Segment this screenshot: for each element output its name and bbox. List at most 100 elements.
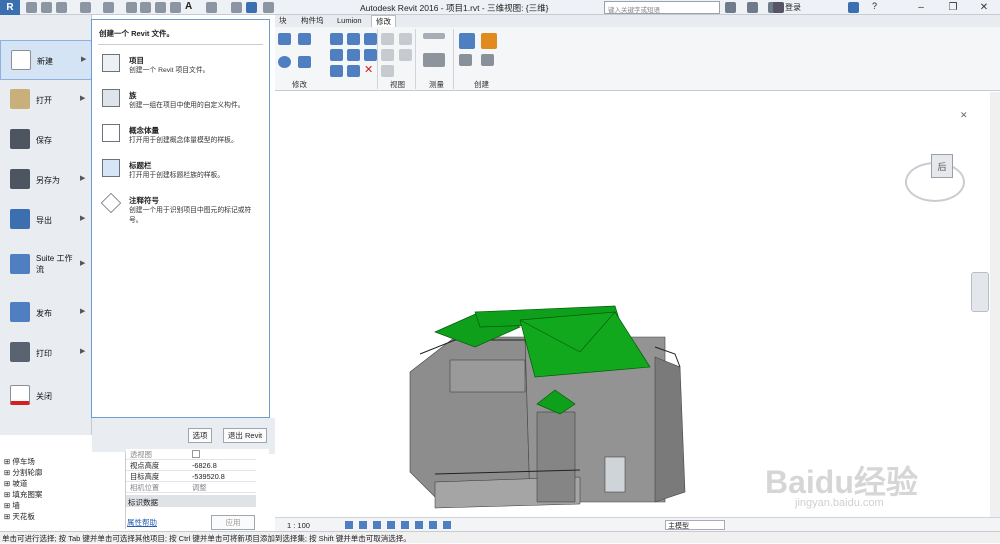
tab-modify[interactable]: 修改 (371, 15, 396, 27)
minimize-button[interactable]: – (905, 0, 937, 15)
property-value[interactable]: -539520.8 (192, 472, 225, 481)
title-bar: R A Autodesk Revit 2016 - 项目1.rvt - 三维视图… (0, 0, 1000, 15)
dimension-icon[interactable] (155, 2, 166, 13)
array-icon[interactable] (347, 49, 360, 61)
delete-icon[interactable]: ✕ (364, 63, 373, 76)
tree-row[interactable]: ⊞ 停车场 (4, 456, 35, 467)
menu-item-new[interactable]: 新建 ▶ (0, 40, 92, 80)
hide-icon[interactable] (381, 33, 394, 45)
options-button[interactable]: 选项 (188, 428, 212, 443)
property-value[interactable]: 调整 (192, 483, 207, 493)
similar-icon[interactable] (459, 54, 472, 66)
assembly-icon[interactable] (481, 54, 494, 66)
viewport-close-icon[interactable]: ✕ (960, 110, 968, 121)
search-input[interactable]: 键入关键字或短语 (604, 1, 720, 14)
save-icon[interactable] (41, 2, 52, 13)
move-icon[interactable] (347, 33, 360, 45)
flyout-item-annotation[interactable]: 注释符号 创建一个用于识别项目中图元的标记或符号。 (92, 190, 269, 232)
align-icon[interactable] (278, 33, 291, 45)
tab-block[interactable]: 块 (275, 15, 291, 27)
sync-icon[interactable] (56, 2, 67, 13)
ribbon-tabs: 块 构件坞 Lumion 修改 (275, 15, 1000, 27)
property-value[interactable]: -6826.8 (192, 461, 217, 470)
panel-measure-label: 测量 (429, 80, 444, 89)
tree-label: 天花板 (12, 512, 35, 521)
revit-app-button[interactable]: R (0, 0, 20, 15)
menu-item-export[interactable]: 导出 ▶ (0, 200, 92, 240)
3d-view-icon[interactable] (206, 2, 217, 13)
thin-lines-icon[interactable] (246, 2, 257, 13)
measure-distance-icon[interactable] (423, 33, 445, 39)
copy-icon[interactable] (364, 33, 377, 45)
mirror-icon[interactable] (330, 33, 343, 45)
chevron-right-icon: ▶ (80, 348, 86, 355)
subscription-icon[interactable] (747, 2, 758, 13)
property-row: 相机位置 调整 (126, 482, 256, 493)
navigation-bar[interactable] (971, 272, 989, 312)
flyout-item-project[interactable]: 项目 创建一个 Revit 项目文件。 (92, 50, 269, 82)
viewcube[interactable]: 后 (931, 154, 953, 178)
flyout-item-mass[interactable]: 概念体量 打开用于创建概念体量模型的样板。 (92, 120, 269, 152)
tree-row[interactable]: ⊞ 天花板 (4, 511, 35, 522)
property-label: 相机位置 (130, 483, 160, 492)
menu-item-publish[interactable]: 发布 ▶ (0, 293, 92, 333)
menu-item-open[interactable]: 打开 ▶ (0, 80, 92, 120)
tree-row[interactable]: ⊞ 分割轮廓 (4, 467, 42, 478)
split-face-icon[interactable] (381, 65, 394, 77)
view-controls-icons[interactable] (345, 521, 455, 529)
maximize-button[interactable]: ❐ (937, 0, 969, 15)
open-icon[interactable] (26, 2, 37, 13)
switch-windows-icon[interactable] (263, 2, 274, 13)
menu-item-print[interactable]: 打印 ▶ (0, 333, 92, 373)
print-icon[interactable] (126, 2, 137, 13)
search-icon[interactable] (725, 2, 736, 13)
override-icon[interactable] (399, 33, 412, 45)
create-group-icon[interactable] (481, 33, 497, 49)
section-icon[interactable] (231, 2, 242, 13)
linework-icon[interactable] (381, 49, 394, 61)
menu-item-save-as[interactable]: 另存为 ▶ (0, 160, 92, 200)
rotate-icon[interactable] (278, 56, 291, 68)
measure-icon[interactable] (140, 2, 151, 13)
tag-icon[interactable] (170, 2, 181, 13)
vertical-scrollbar[interactable] (990, 92, 1000, 517)
menu-item-save[interactable]: 保存 (0, 120, 92, 160)
3d-viewport[interactable]: 后 ✕ Baidu经验 jingyan.baidu.com (275, 92, 1000, 517)
undo-icon[interactable] (80, 2, 91, 13)
text-icon[interactable]: A (185, 1, 192, 12)
tree-row[interactable]: ⊞ 填充图案 (4, 489, 42, 500)
split-icon[interactable] (330, 49, 343, 61)
trim-icon[interactable] (298, 56, 311, 68)
divider (377, 29, 378, 89)
scale-icon[interactable] (364, 49, 377, 61)
apply-button[interactable]: 应用 (211, 515, 255, 530)
redo-icon[interactable] (103, 2, 114, 13)
paint-icon[interactable] (399, 49, 412, 61)
dimension-tool-icon[interactable] (423, 53, 445, 67)
close-window-button[interactable]: ✕ (968, 0, 1000, 15)
offset-icon[interactable] (298, 33, 311, 45)
view-scale[interactable]: 1 : 100 (287, 521, 310, 530)
menu-item-close[interactable]: 关闭 (0, 376, 92, 416)
exchange-icon[interactable] (848, 2, 859, 13)
tab-lumion[interactable]: Lumion (333, 15, 366, 27)
model-select[interactable]: 主模型 (665, 520, 725, 530)
help-icon[interactable]: ? (872, 1, 877, 11)
pin-icon[interactable] (330, 65, 343, 77)
tree-row[interactable]: ⊞ 坡道 (4, 478, 27, 489)
user-icon[interactable] (773, 2, 784, 13)
flyout-item-name: 概念体量 (129, 126, 159, 135)
flyout-item-titleblock[interactable]: 标题栏 打开用于创建标题栏族的样板。 (92, 155, 269, 187)
menu-item-suite-workflow[interactable]: Suite 工作流 ▶ (0, 245, 92, 285)
create-part-icon[interactable] (459, 33, 475, 49)
property-group[interactable]: 标识数据 (126, 495, 256, 507)
tab-component-dock[interactable]: 构件坞 (297, 15, 328, 27)
perspective-checkbox[interactable] (192, 450, 200, 458)
login-button[interactable]: 登录 (785, 2, 801, 13)
exit-revit-button[interactable]: 退出 Revit (223, 428, 267, 443)
tree-row[interactable]: ⊞ 墙 (4, 500, 20, 511)
unpin-icon[interactable] (347, 65, 360, 77)
close-doc-icon (10, 385, 30, 405)
properties-help-link[interactable]: 属性帮助 (127, 517, 157, 528)
flyout-item-family[interactable]: 族 创建一组在项目中使用的自定义构件。 (92, 85, 269, 117)
